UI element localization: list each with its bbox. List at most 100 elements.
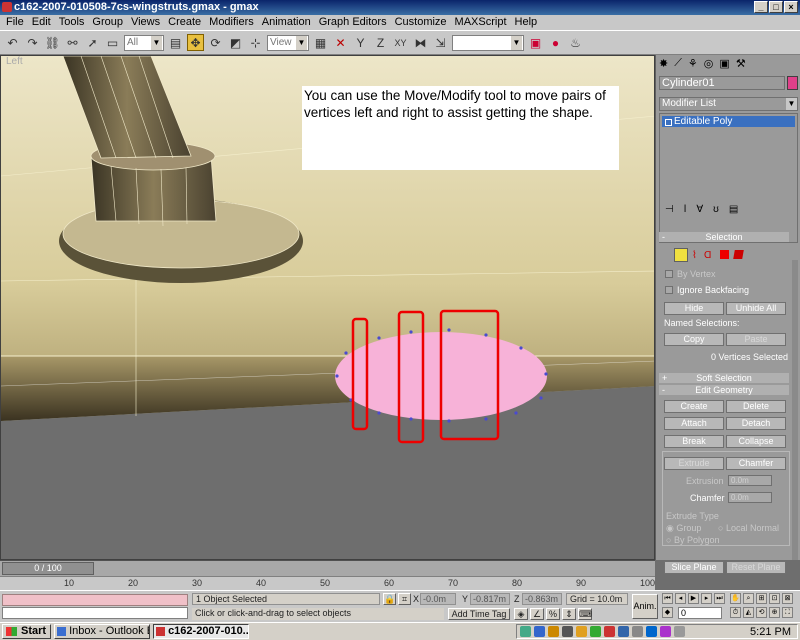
lock-selection-icon[interactable]: 🔒 <box>383 593 396 605</box>
keyboard-shortcut-icon[interactable]: ⌨ <box>578 608 592 620</box>
select-cursor-icon[interactable]: ➚ <box>84 34 101 51</box>
rotate-icon[interactable]: ⟳ <box>207 34 224 51</box>
time-slider[interactable]: 0 / 100 <box>2 562 94 575</box>
pin-stack-icon[interactable]: ⊣ <box>665 204 674 215</box>
chamfer-spinner[interactable]: 0.0m <box>728 492 772 503</box>
menu-modifiers[interactable]: Modifiers <box>205 15 258 30</box>
animate-button[interactable]: Anim. <box>632 594 658 619</box>
track-bar[interactable]: 10 20 30 40 50 60 70 80 90 100 <box>0 576 655 590</box>
play-icon[interactable]: ▶ <box>688 593 699 604</box>
collapse-button[interactable]: Collapse <box>726 435 786 448</box>
goto-end-icon[interactable]: ⏭ <box>714 593 725 604</box>
delete-button[interactable]: Delete <box>726 400 786 413</box>
menu-animation[interactable]: Animation <box>258 15 315 30</box>
add-time-tag-button[interactable]: Add Time Tag <box>448 608 510 620</box>
command-panel-scrollbar[interactable] <box>792 260 798 560</box>
stack-item-editable-poly[interactable]: Editable Poly <box>662 116 795 127</box>
render-teapot-icon[interactable]: ♨ <box>567 34 584 51</box>
antivirus-icon[interactable] <box>604 626 615 637</box>
clock[interactable]: 5:21 PM <box>750 626 791 638</box>
menu-views[interactable]: Views <box>127 15 164 30</box>
element-mode-icon[interactable] <box>733 250 744 259</box>
utilities-tab-icon[interactable]: ⚒ <box>736 57 746 70</box>
extrude-button[interactable]: Extrude <box>664 457 724 470</box>
folder-icon[interactable] <box>576 626 587 637</box>
configure-sets-icon[interactable]: ▤ <box>729 204 738 215</box>
object-name-field[interactable]: Cylinder01 <box>659 76 785 90</box>
mirror-icon[interactable]: ⧓ <box>412 34 429 51</box>
key-mode-icon[interactable]: ◆ <box>662 607 673 618</box>
reset-plane-button[interactable]: Reset Plane <box>726 561 786 574</box>
fov-icon[interactable]: ◭ <box>743 607 754 618</box>
slice-plane-button[interactable]: Slice Plane <box>664 561 724 574</box>
break-button[interactable]: Break <box>664 435 724 448</box>
hierarchy-tab-icon[interactable]: ⚘ <box>688 57 698 70</box>
detach-button[interactable]: Detach <box>726 417 786 430</box>
axis-z-icon[interactable]: Z <box>372 34 389 51</box>
motion-tab-icon[interactable]: ◎ <box>704 57 714 70</box>
border-mode-icon[interactable]: Ɑ <box>704 250 711 261</box>
messenger-icon[interactable] <box>534 626 545 637</box>
x-coordinate-field[interactable]: -0.0m <box>420 593 456 605</box>
taskbar-item-outlook[interactable]: Inbox - Outlook E... <box>54 624 151 639</box>
unlink-icon[interactable]: ⚯ <box>64 34 81 51</box>
maxscript-listener-pink[interactable] <box>2 594 188 606</box>
time-config-icon[interactable]: ⏱ <box>730 607 741 618</box>
zoom-extents-all-icon[interactable]: ⊠ <box>782 593 793 604</box>
extrusion-spinner[interactable]: 0.0m <box>728 475 772 486</box>
ignore-backfacing-checkbox[interactable] <box>665 286 673 294</box>
spinner-snap-icon[interactable]: ⇕ <box>562 608 576 620</box>
hide-button[interactable]: Hide <box>664 302 724 315</box>
attach-button[interactable]: Attach <box>664 417 724 430</box>
zoom-icon[interactable]: ⌕ <box>743 593 754 604</box>
undo-icon[interactable]: ↶ <box>4 34 21 51</box>
menu-tools[interactable]: Tools <box>55 15 89 30</box>
show-end-result-icon[interactable]: ǀ <box>684 204 687 215</box>
material-editor-icon[interactable]: ▣ <box>527 34 544 51</box>
polygon-mode-icon[interactable] <box>720 250 729 259</box>
move-icon[interactable]: ✥ <box>187 34 204 51</box>
object-color-swatch[interactable] <box>787 76 798 90</box>
align-icon[interactable]: ⇲ <box>432 34 449 51</box>
menu-help[interactable]: Help <box>511 15 542 30</box>
redo-icon[interactable]: ↷ <box>24 34 41 51</box>
by-vertex-checkbox[interactable] <box>665 270 673 278</box>
viewport-label[interactable]: Left <box>6 56 23 67</box>
start-button[interactable]: Start <box>2 624 52 639</box>
time-slider-track[interactable]: 0 / 100 <box>0 560 655 576</box>
y-coordinate-field[interactable]: -0.817m <box>470 593 510 605</box>
scale-icon[interactable]: ◩ <box>227 34 244 51</box>
percent-snap-icon[interactable]: % <box>546 608 560 620</box>
angle-snap-icon[interactable]: ∠ <box>530 608 544 620</box>
menu-create[interactable]: Create <box>164 15 205 30</box>
next-frame-icon[interactable]: ▸ <box>701 593 712 604</box>
zoom-extents-icon[interactable]: ⊡ <box>769 593 780 604</box>
remove-modifier-icon[interactable]: ʊ <box>713 204 719 215</box>
chamfer-button[interactable]: Chamfer <box>726 457 786 470</box>
sync-icon[interactable] <box>660 626 671 637</box>
pivot-icon[interactable]: ⊹ <box>247 34 264 51</box>
z-coordinate-field[interactable]: -0.863m <box>522 593 562 605</box>
selection-filter-dropdown[interactable]: All <box>124 34 164 51</box>
edit-geometry-rollout-header[interactable]: - Edit Geometry <box>659 385 789 395</box>
maximize-viewport-icon[interactable]: ⛶ <box>782 607 793 618</box>
absolute-mode-icon[interactable]: ⌗ <box>398 593 411 605</box>
pivot-center-icon[interactable]: ▦ <box>312 34 329 51</box>
axis-y-icon[interactable]: Y <box>352 34 369 51</box>
minimize-button[interactable]: _ <box>754 1 768 13</box>
link-icon[interactable]: ⛓ <box>44 34 61 51</box>
edge-mode-icon[interactable]: ⌇ <box>692 250 697 261</box>
local-normal-radio[interactable]: ○ Local Normal <box>718 523 779 533</box>
create-tab-icon[interactable]: ✸ <box>659 57 668 70</box>
display-tab-icon[interactable]: ▣ <box>719 57 729 70</box>
goto-start-icon[interactable]: ⏮ <box>662 593 673 604</box>
make-unique-icon[interactable]: ∀ <box>696 204 703 215</box>
soft-selection-rollout-header[interactable]: + Soft Selection <box>659 373 789 383</box>
pan-icon[interactable]: ✋ <box>730 593 741 604</box>
region-zoom-icon[interactable]: ⊕ <box>769 607 780 618</box>
render-icon[interactable]: ● <box>547 34 564 51</box>
close-button[interactable]: × <box>784 1 798 13</box>
prev-frame-icon[interactable]: ◂ <box>675 593 686 604</box>
taskbar-item-gmax[interactable]: c162-2007-010... <box>153 624 250 639</box>
network-icon[interactable] <box>520 626 531 637</box>
